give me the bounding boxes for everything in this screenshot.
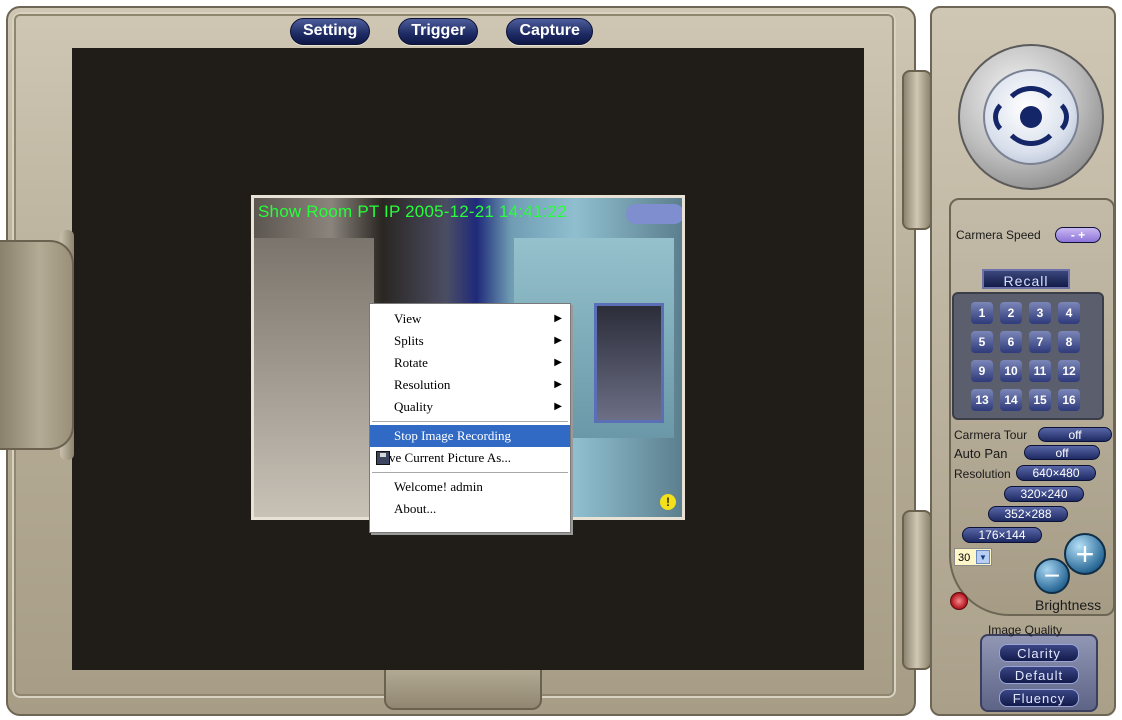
frame-rate-value: 30 <box>958 552 971 564</box>
menu-item-welcome[interactable]: Welcome! admin <box>370 476 570 498</box>
menu-separator <box>372 421 568 422</box>
brightness-increase-button[interactable]: + <box>1064 533 1106 575</box>
quality-fluency-button[interactable]: Fluency <box>999 689 1079 707</box>
menu-item-label: Save Current Picture As... <box>376 450 512 465</box>
submenu-arrow-icon: ▶ <box>554 401 562 412</box>
camera-tour-toggle[interactable]: off <box>1038 427 1112 442</box>
menu-item-about[interactable]: About... <box>370 498 570 520</box>
recall-button[interactable]: Recall <box>982 269 1070 289</box>
menu-item-save-picture[interactable]: Save Current Picture As... <box>370 447 570 469</box>
menu-item-splits[interactable]: Splits ▶ <box>370 330 570 352</box>
bottom-handle[interactable] <box>384 670 542 710</box>
menu-item-rotate[interactable]: Rotate ▶ <box>370 352 570 374</box>
submenu-arrow-icon: ▶ <box>554 313 562 324</box>
auto-pan-toggle[interactable]: off <box>1024 445 1100 460</box>
quality-default-button[interactable]: Default <box>999 666 1079 684</box>
record-indicator-icon[interactable] <box>950 592 968 610</box>
frame-rate-select[interactable]: 30 ▼ <box>954 548 992 566</box>
ptz-home-icon[interactable] <box>1020 106 1042 128</box>
preset-button[interactable]: 8 <box>1058 331 1080 353</box>
tab-setting[interactable]: Setting <box>290 18 371 45</box>
submenu-arrow-icon: ▶ <box>554 357 562 368</box>
preset-button[interactable]: 1 <box>971 302 993 324</box>
image-quality-label: Image Quality <box>988 623 1063 637</box>
preset-button[interactable]: 10 <box>1000 360 1022 382</box>
preset-button[interactable]: 9 <box>971 360 993 382</box>
lower-hinge <box>902 510 932 670</box>
preset-button[interactable]: 3 <box>1029 302 1051 324</box>
floppy-disk-icon <box>376 451 390 465</box>
warning-icon: ! <box>660 494 676 510</box>
tab-trigger[interactable]: Trigger <box>398 18 479 45</box>
menu-item-quality[interactable]: Quality ▶ <box>370 396 570 418</box>
camera-speed-stepper[interactable]: - + <box>1055 227 1101 243</box>
camera-overlay-title: Show Room PT IP 2005-12-21 14:41:22 <box>258 202 567 221</box>
menu-item-view[interactable]: View ▶ <box>370 308 570 330</box>
scene-wall <box>254 238 374 517</box>
resolution-176x144-button[interactable]: 176×144 <box>962 527 1042 543</box>
preset-button[interactable]: 15 <box>1029 389 1051 411</box>
preset-button[interactable]: 14 <box>1000 389 1022 411</box>
preset-button[interactable]: 4 <box>1058 302 1080 324</box>
menu-item-label: View <box>394 311 422 326</box>
menu-separator <box>372 472 568 473</box>
menu-item-label: Quality <box>394 399 433 414</box>
preset-button[interactable]: 11 <box>1029 360 1051 382</box>
top-tabs: Setting Trigger Capture <box>290 18 593 45</box>
scene-overlay-bar <box>626 204 682 224</box>
auto-pan-label: Auto Pan <box>954 446 1008 461</box>
submenu-arrow-icon: ▶ <box>554 379 562 390</box>
resolution-label: Resolution <box>954 467 1011 481</box>
preset-button[interactable]: 7 <box>1029 331 1051 353</box>
menu-item-stop-recording[interactable]: Stop Image Recording <box>370 425 570 447</box>
resolution-640x480-button[interactable]: 640×480 <box>1016 465 1096 481</box>
submenu-arrow-icon: ▶ <box>554 335 562 346</box>
scene-shelf <box>594 303 664 423</box>
resolution-320x240-button[interactable]: 320×240 <box>1004 486 1084 502</box>
tab-capture[interactable]: Capture <box>506 18 593 45</box>
context-menu: View ▶ Splits ▶ Rotate ▶ Resolution ▶ Qu… <box>369 303 571 533</box>
resolution-352x288-button[interactable]: 352×288 <box>988 506 1068 522</box>
chevron-down-icon[interactable]: ▼ <box>976 550 990 564</box>
preset-button[interactable]: 16 <box>1058 389 1080 411</box>
camera-speed-label: Carmera Speed <box>956 228 1041 242</box>
brightness-decrease-button[interactable]: − <box>1034 558 1070 594</box>
preset-button[interactable]: 13 <box>971 389 993 411</box>
menu-item-label: Resolution <box>394 377 451 392</box>
preset-button[interactable]: 5 <box>971 331 993 353</box>
quality-clarity-button[interactable]: Clarity <box>999 644 1079 662</box>
menu-item-resolution[interactable]: Resolution ▶ <box>370 374 570 396</box>
upper-hinge <box>902 70 932 230</box>
preset-button[interactable]: 12 <box>1058 360 1080 382</box>
preset-button[interactable]: 2 <box>1000 302 1022 324</box>
left-handle[interactable] <box>0 240 74 450</box>
menu-item-label: Splits <box>394 333 424 348</box>
preset-button[interactable]: 6 <box>1000 331 1022 353</box>
brightness-label: Brightness <box>1035 597 1102 613</box>
camera-tour-label: Carmera Tour <box>954 428 1028 442</box>
menu-item-label: Rotate <box>394 355 428 370</box>
